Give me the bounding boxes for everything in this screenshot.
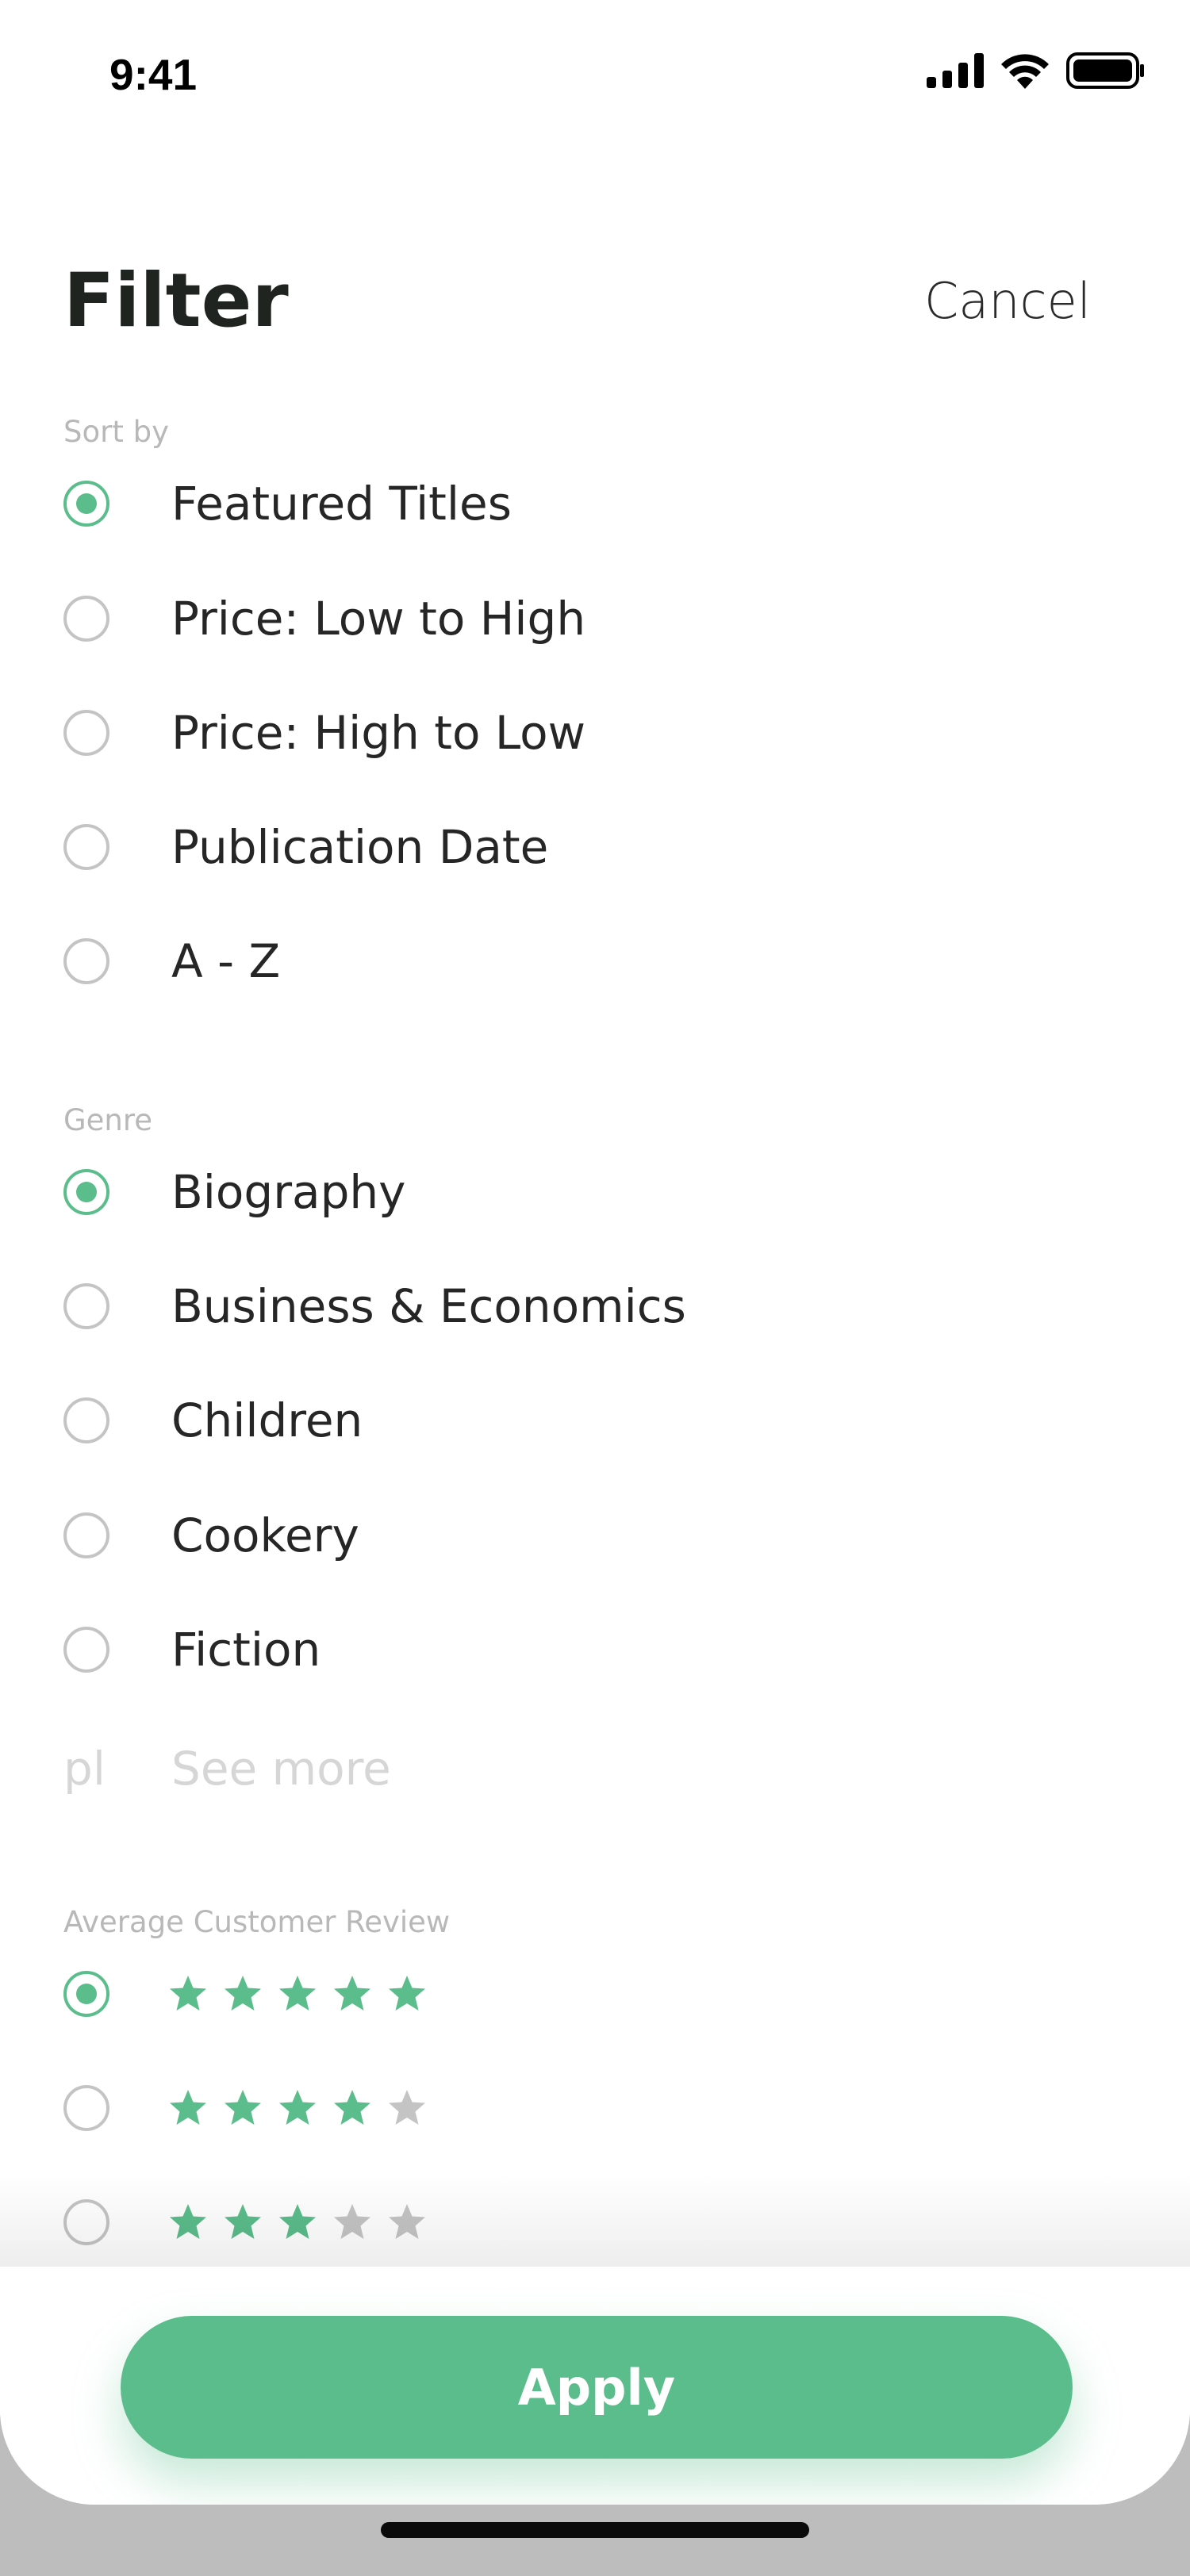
star-filled-icon [170, 1976, 206, 2011]
option-label: Children [171, 1393, 363, 1447]
see-more-label: See more [171, 1742, 391, 1796]
star-filled-icon [279, 1976, 316, 2011]
star-filled-icon [225, 2090, 261, 2125]
radio-button[interactable] [63, 710, 109, 756]
radio-button[interactable] [63, 596, 109, 642]
radio-button[interactable] [63, 1627, 109, 1673]
wifi-icon [1001, 54, 1049, 89]
filter-screen: 9:41 Filter Cancel Sort by Featured Titl… [0, 0, 1190, 2505]
sort-option-a-z[interactable]: A - Z [63, 918, 1127, 1005]
review-label: Average Customer Review [63, 1905, 451, 1939]
genre-option-fiction[interactable]: Fiction [63, 1606, 1127, 1693]
radio-button[interactable] [63, 1283, 109, 1329]
option-label: A - Z [171, 934, 281, 988]
sort-option-price-high-low[interactable]: Price: High to Low [63, 689, 1127, 776]
genre-option-biography[interactable]: Biography [63, 1148, 1127, 1236]
star-filled-icon [279, 2090, 316, 2125]
cellular-signal-icon [927, 53, 984, 88]
home-indicator [381, 2522, 809, 2538]
star-filled-icon [170, 2090, 206, 2125]
radio-button[interactable] [63, 938, 109, 984]
see-more-icon: pl [63, 1742, 106, 1796]
apply-button[interactable]: Apply [121, 2316, 1073, 2459]
radio-button[interactable] [63, 1169, 109, 1215]
see-more-link[interactable]: pl See more [63, 1725, 391, 1812]
sort-option-publication-date[interactable]: Publication Date [63, 803, 1127, 891]
option-label: Business & Economics [171, 1279, 686, 1333]
status-time: 9:41 [109, 50, 198, 99]
scroll-fade [0, 2173, 1190, 2268]
page-title: Filter [63, 258, 289, 344]
star-filled-icon [389, 1976, 425, 2011]
option-label: Fiction [171, 1623, 321, 1677]
sort-option-featured-titles[interactable]: Featured Titles [63, 460, 1127, 547]
option-label: Price: Low to High [171, 592, 586, 646]
radio-button[interactable] [63, 481, 109, 527]
star-rating [168, 1974, 427, 2014]
star-filled-icon [334, 1976, 370, 2011]
genre-option-business-economics[interactable]: Business & Economics [63, 1263, 1127, 1350]
option-label: Biography [171, 1165, 406, 1219]
genre-option-children[interactable]: Children [63, 1377, 1127, 1464]
status-icons [927, 51, 1146, 90]
option-label: Publication Date [171, 820, 549, 874]
cancel-button[interactable]: Cancel [924, 270, 1091, 333]
radio-button[interactable] [63, 1512, 109, 1558]
genre-label: Genre [63, 1103, 153, 1137]
star-empty-icon [389, 2090, 425, 2125]
battery-icon [1066, 52, 1144, 89]
star-filled-icon [225, 1976, 261, 2011]
radio-button[interactable] [63, 2085, 109, 2131]
star-rating [168, 2088, 427, 2128]
radio-button[interactable] [63, 1397, 109, 1443]
option-label: Price: High to Low [171, 706, 586, 760]
review-option-5-stars[interactable] [63, 1950, 1127, 2037]
genre-option-cookery[interactable]: Cookery [63, 1492, 1127, 1579]
option-label: Cookery [171, 1508, 359, 1562]
sort-by-label: Sort by [63, 415, 169, 449]
review-option-4-stars[interactable] [63, 2064, 1127, 2152]
star-filled-icon [334, 2090, 370, 2125]
option-label: Featured Titles [171, 477, 512, 531]
radio-button[interactable] [63, 824, 109, 870]
sort-option-price-low-high[interactable]: Price: Low to High [63, 575, 1127, 662]
radio-button[interactable] [63, 1971, 109, 2017]
